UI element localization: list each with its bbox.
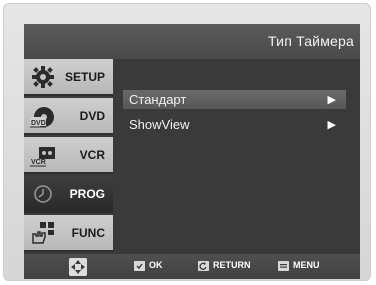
sidebar-item-label: FUNC (71, 226, 105, 240)
clock-icon (34, 185, 52, 203)
sidebar-item-setup[interactable]: SETUP (24, 59, 113, 96)
sidebar-item-label: DVD (79, 109, 105, 123)
dpad-icon (69, 258, 87, 276)
sidebar-item-label: VCR (79, 148, 105, 162)
menu-item-showview[interactable]: ShowView ▶ (123, 115, 346, 134)
hint-bar: OK RETURN MENU (24, 254, 360, 279)
sidebar-item-func[interactable]: FUNC (24, 215, 113, 252)
sidebar-item-label: PROG (69, 187, 105, 201)
sidebar: SETUP DVD DVD VCR VCR PROG FUNC (24, 59, 113, 254)
arrow-right-icon: ▶ (327, 119, 336, 131)
return-icon (198, 261, 209, 271)
title-bar: Тип Таймера (24, 24, 360, 59)
menu-item-label: ShowView (129, 117, 190, 132)
arrow-right-icon: ▶ (327, 94, 336, 106)
sidebar-item-vcr[interactable]: VCR VCR (24, 137, 113, 174)
sidebar-item-label: SETUP (64, 70, 105, 84)
menu-item-standard[interactable]: Стандарт ▶ (123, 90, 346, 109)
return-hint: RETURN (198, 260, 268, 274)
return-label: RETURN (213, 260, 251, 270)
ok-hint: OK (134, 260, 174, 274)
menu-icon (278, 261, 289, 271)
sidebar-item-prog[interactable]: PROG (24, 176, 113, 213)
ok-label: OK (149, 260, 163, 270)
svg-text:DVD: DVD (31, 120, 46, 127)
hand-remote-icon (32, 222, 54, 244)
menu-label: MENU (293, 260, 320, 270)
sidebar-item-dvd[interactable]: DVD DVD (24, 98, 113, 135)
menu-panel: Стандарт ▶ ShowView ▶ (113, 59, 360, 254)
dvd-icon: DVD (30, 107, 54, 128)
gear-icon (32, 66, 54, 88)
page-title: Тип Таймера (268, 33, 354, 49)
vcr-icon: VCR (30, 147, 55, 167)
svg-text:VCR: VCR (31, 159, 46, 166)
tv-frame: Тип Таймера SETUP DVD DVD VCR VCR PROG F… (3, 3, 371, 281)
menu-hint: MENU (278, 260, 338, 274)
osd-screen: Тип Таймера SETUP DVD DVD VCR VCR PROG F… (24, 24, 360, 279)
ok-button-icon (134, 261, 145, 271)
menu-item-label: Стандарт (129, 92, 187, 107)
